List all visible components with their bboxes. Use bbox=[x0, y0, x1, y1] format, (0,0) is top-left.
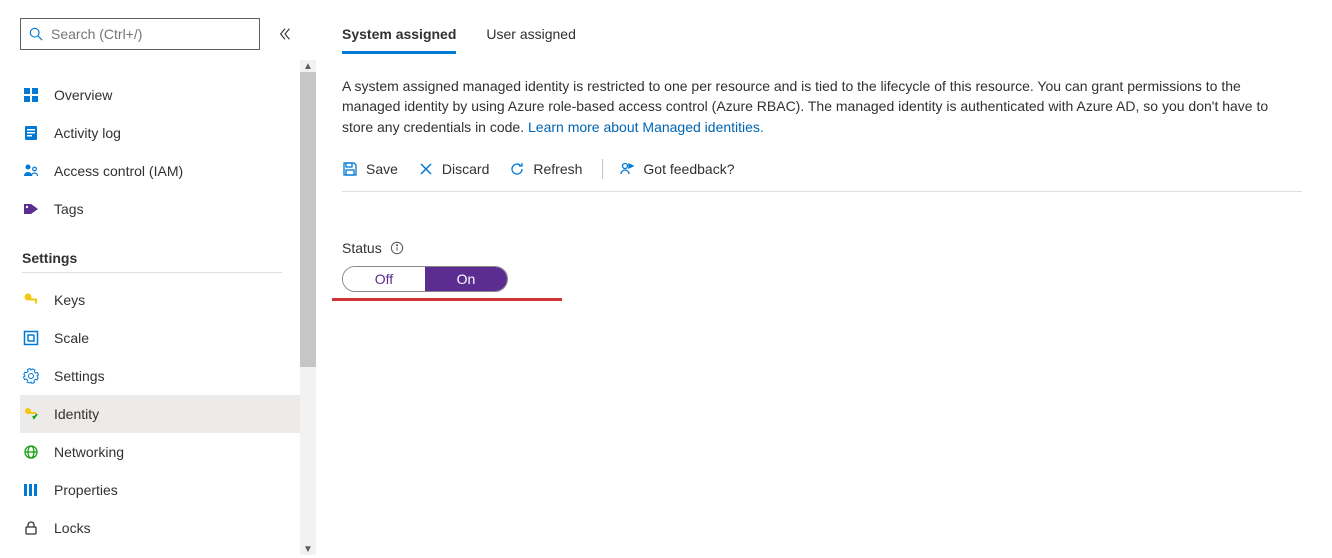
status-label-text: Status bbox=[342, 240, 382, 256]
status-toggle-on[interactable]: On bbox=[425, 267, 507, 291]
scale-icon bbox=[22, 329, 40, 347]
sidebar-scrollbar[interactable]: ▲ ▼ bbox=[300, 60, 316, 555]
sidebar-item-label: Keys bbox=[54, 292, 85, 308]
keys-icon bbox=[22, 291, 40, 309]
sidebar-item-label: Settings bbox=[54, 368, 105, 384]
sidebar-item-settings[interactable]: Settings bbox=[20, 357, 300, 395]
cmd-label: Got feedback? bbox=[643, 161, 734, 177]
sidebar-item-label: Scale bbox=[54, 330, 89, 346]
sidebar-item-label: Overview bbox=[54, 87, 112, 103]
sidebar-item-activity-log[interactable]: Activity log bbox=[20, 114, 300, 152]
save-button[interactable]: Save bbox=[342, 161, 398, 177]
sidebar-item-label: Networking bbox=[54, 444, 124, 460]
learn-more-link[interactable]: Learn more about Managed identities. bbox=[528, 119, 764, 135]
cmd-label: Discard bbox=[442, 161, 489, 177]
sidebar-item-access-control[interactable]: Access control (IAM) bbox=[20, 152, 300, 190]
sidebar-item-properties[interactable]: Properties bbox=[20, 471, 300, 509]
sidebar-item-keys[interactable]: Keys bbox=[20, 281, 300, 319]
save-icon bbox=[342, 161, 358, 177]
cmd-label: Save bbox=[366, 161, 398, 177]
sidebar-item-tags[interactable]: Tags bbox=[20, 190, 300, 228]
sidebar-item-label: Activity log bbox=[54, 125, 121, 141]
command-bar-separator bbox=[602, 159, 603, 179]
command-bar: Save Discard Refresh Got feedback? bbox=[342, 159, 1302, 192]
description-text: A system assigned managed identity is re… bbox=[342, 76, 1302, 137]
search-input[interactable] bbox=[49, 25, 251, 43]
sidebar: Overview Activity log Access control (IA… bbox=[0, 0, 300, 558]
networking-icon bbox=[22, 443, 40, 461]
discard-icon bbox=[418, 161, 434, 177]
settings-icon bbox=[22, 367, 40, 385]
sidebar-item-overview[interactable]: Overview bbox=[20, 76, 300, 114]
feedback-button[interactable]: Got feedback? bbox=[619, 161, 734, 177]
properties-icon bbox=[22, 481, 40, 499]
sidebar-item-label: Access control (IAM) bbox=[54, 163, 183, 179]
info-icon[interactable] bbox=[390, 241, 404, 255]
locks-icon bbox=[22, 519, 40, 537]
scrollbar-thumb[interactable] bbox=[300, 72, 316, 367]
sidebar-item-scale[interactable]: Scale bbox=[20, 319, 300, 357]
sidebar-section-header: Settings bbox=[22, 250, 282, 273]
tags-icon bbox=[22, 200, 40, 218]
scrollbar-arrow-up-icon[interactable]: ▲ bbox=[300, 60, 316, 72]
sidebar-item-label: Identity bbox=[54, 406, 99, 422]
main-content: System assigned User assigned A system a… bbox=[300, 0, 1332, 558]
search-icon bbox=[29, 27, 43, 41]
status-toggle[interactable]: Off On bbox=[342, 266, 508, 292]
tab-bar: System assigned User assigned bbox=[342, 20, 1302, 54]
search-row bbox=[20, 18, 300, 50]
discard-button[interactable]: Discard bbox=[418, 161, 489, 177]
chevron-double-left-icon bbox=[278, 27, 292, 41]
overview-icon bbox=[22, 86, 40, 104]
sidebar-item-locks[interactable]: Locks bbox=[20, 509, 300, 547]
cmd-label: Refresh bbox=[533, 161, 582, 177]
tab-user-assigned[interactable]: User assigned bbox=[486, 20, 576, 54]
refresh-button[interactable]: Refresh bbox=[509, 161, 582, 177]
feedback-icon bbox=[619, 161, 635, 177]
annotation-underline bbox=[332, 298, 562, 301]
description-body: A system assigned managed identity is re… bbox=[342, 78, 1268, 135]
sidebar-item-label: Properties bbox=[54, 482, 118, 498]
sidebar-menu: Overview Activity log Access control (IA… bbox=[20, 76, 300, 547]
status-toggle-off[interactable]: Off bbox=[343, 267, 425, 291]
identity-icon bbox=[22, 405, 40, 423]
sidebar-item-label: Locks bbox=[54, 520, 91, 536]
sidebar-item-networking[interactable]: Networking bbox=[20, 433, 300, 471]
tab-system-assigned[interactable]: System assigned bbox=[342, 20, 456, 54]
scrollbar-arrow-down-icon[interactable]: ▼ bbox=[300, 543, 316, 555]
status-label: Status bbox=[342, 240, 1302, 256]
sidebar-item-identity[interactable]: Identity bbox=[20, 395, 300, 433]
refresh-icon bbox=[509, 161, 525, 177]
sidebar-item-label: Tags bbox=[54, 201, 84, 217]
search-box[interactable] bbox=[20, 18, 260, 50]
activity-log-icon bbox=[22, 124, 40, 142]
access-control-icon bbox=[22, 162, 40, 180]
collapse-sidebar-button[interactable] bbox=[278, 27, 292, 41]
